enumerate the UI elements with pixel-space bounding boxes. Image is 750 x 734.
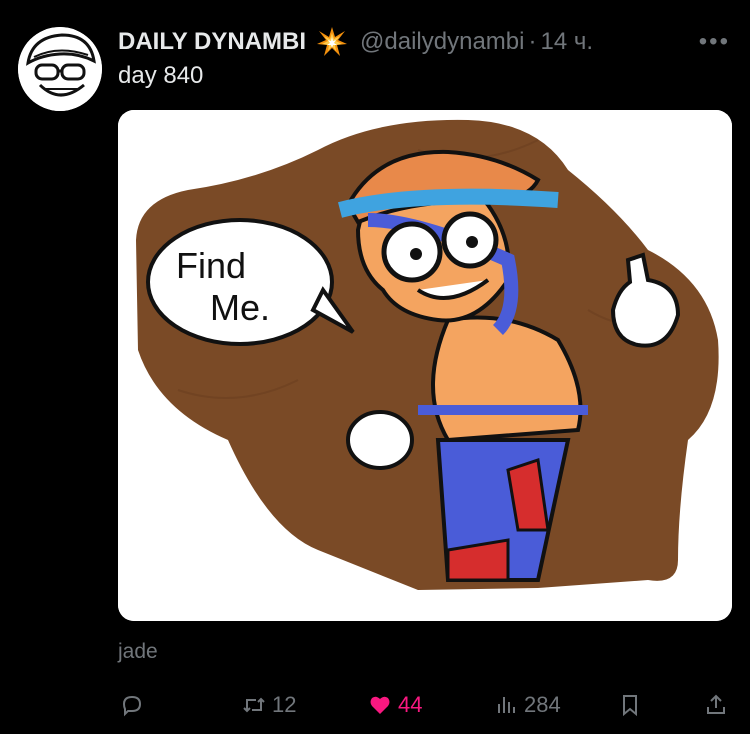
author-handle[interactable]: @dailydynambi xyxy=(360,28,524,56)
bookmark-icon xyxy=(623,695,637,717)
like-count: 44 xyxy=(398,692,423,717)
like-button[interactable]: 44 xyxy=(368,692,422,718)
author-avatar[interactable] xyxy=(18,27,102,111)
post-text: day 840 xyxy=(118,62,204,89)
views-icon xyxy=(498,697,515,713)
action-bar: 12 44 284 xyxy=(118,688,730,722)
post-header: DAILY DYNAMBI @dailydynambi · 14 ч. ••• xyxy=(118,24,730,60)
share-icon xyxy=(707,694,725,714)
share-button[interactable] xyxy=(704,693,728,717)
reply-button[interactable] xyxy=(120,693,144,717)
repost-button[interactable]: 12 xyxy=(242,692,296,718)
repost-count: 12 xyxy=(272,692,297,717)
views-button[interactable]: 284 xyxy=(494,692,561,718)
collision-emoji-icon xyxy=(317,27,348,56)
post-time[interactable]: 14 ч. xyxy=(540,28,593,56)
bookmark-button[interactable] xyxy=(618,693,642,717)
heart-icon xyxy=(370,696,390,714)
more-dots-icon[interactable]: ••• xyxy=(699,28,730,56)
author-name[interactable]: DAILY DYNAMBI xyxy=(118,28,306,56)
media-caption: jade xyxy=(118,640,158,663)
views-count: 284 xyxy=(524,692,561,717)
cartoon-illustration: Find Me. xyxy=(118,110,732,621)
avatar-image xyxy=(18,27,102,111)
svg-text:Me.: Me. xyxy=(210,287,270,328)
post-image[interactable]: Find Me. xyxy=(118,110,732,621)
bubble-text: Find xyxy=(176,245,246,286)
separator-dot: · xyxy=(528,28,537,55)
repost-icon xyxy=(243,697,265,713)
reply-icon xyxy=(122,695,142,717)
